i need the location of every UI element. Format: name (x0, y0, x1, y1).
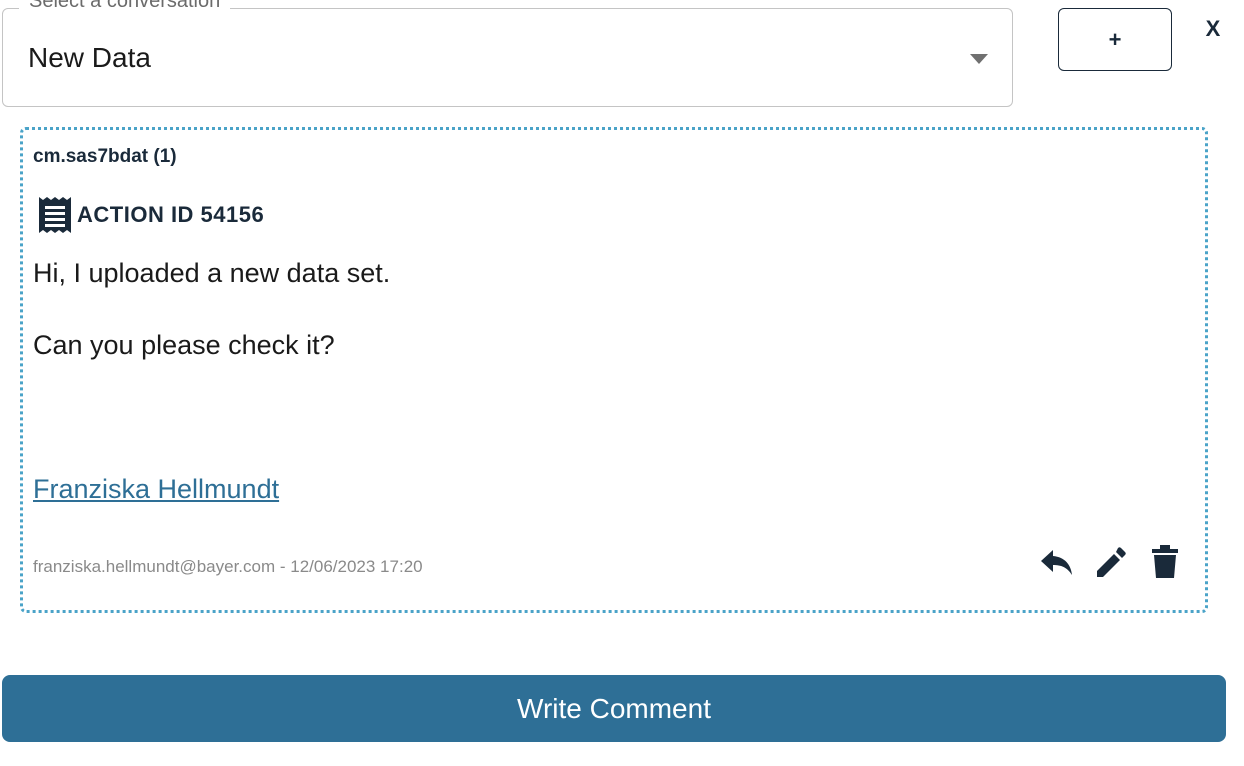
reply-icon[interactable] (1039, 544, 1075, 580)
conversation-select-value: New Data (28, 42, 151, 73)
attachment-file-name: cm.sas7bdat (1) (33, 146, 177, 167)
message-card: cm.sas7bdat (1) ACTION ID 54156 Hi, I up… (20, 127, 1208, 613)
action-id-row: ACTION ID 54156 (37, 195, 264, 235)
author-link[interactable]: Franziska Hellmundt (33, 474, 279, 505)
action-id-label: ACTION ID 54156 (77, 202, 265, 227)
message-text-line: Can you please check it? (33, 330, 335, 360)
delete-icon[interactable] (1147, 544, 1183, 580)
message-meta: franziska.hellmundt@bayer.com - 12/06/20… (33, 557, 423, 576)
receipt-icon (37, 195, 73, 235)
edit-icon[interactable] (1093, 544, 1129, 580)
message-actions (1039, 544, 1183, 580)
write-comment-button[interactable]: Write Comment (2, 675, 1226, 742)
conversation-select-legend: Select a conversation (19, 0, 231, 11)
close-button[interactable]: X (1200, 14, 1226, 44)
add-conversation-button[interactable]: + (1058, 8, 1172, 71)
conversation-select[interactable]: Select a conversation New Data (2, 0, 1013, 107)
caret-down-icon (970, 54, 988, 64)
conversation-panel: Select a conversation New Data + X cm.sa… (0, 0, 1244, 766)
message-text-line: Hi, I uploaded a new data set. (33, 258, 391, 288)
